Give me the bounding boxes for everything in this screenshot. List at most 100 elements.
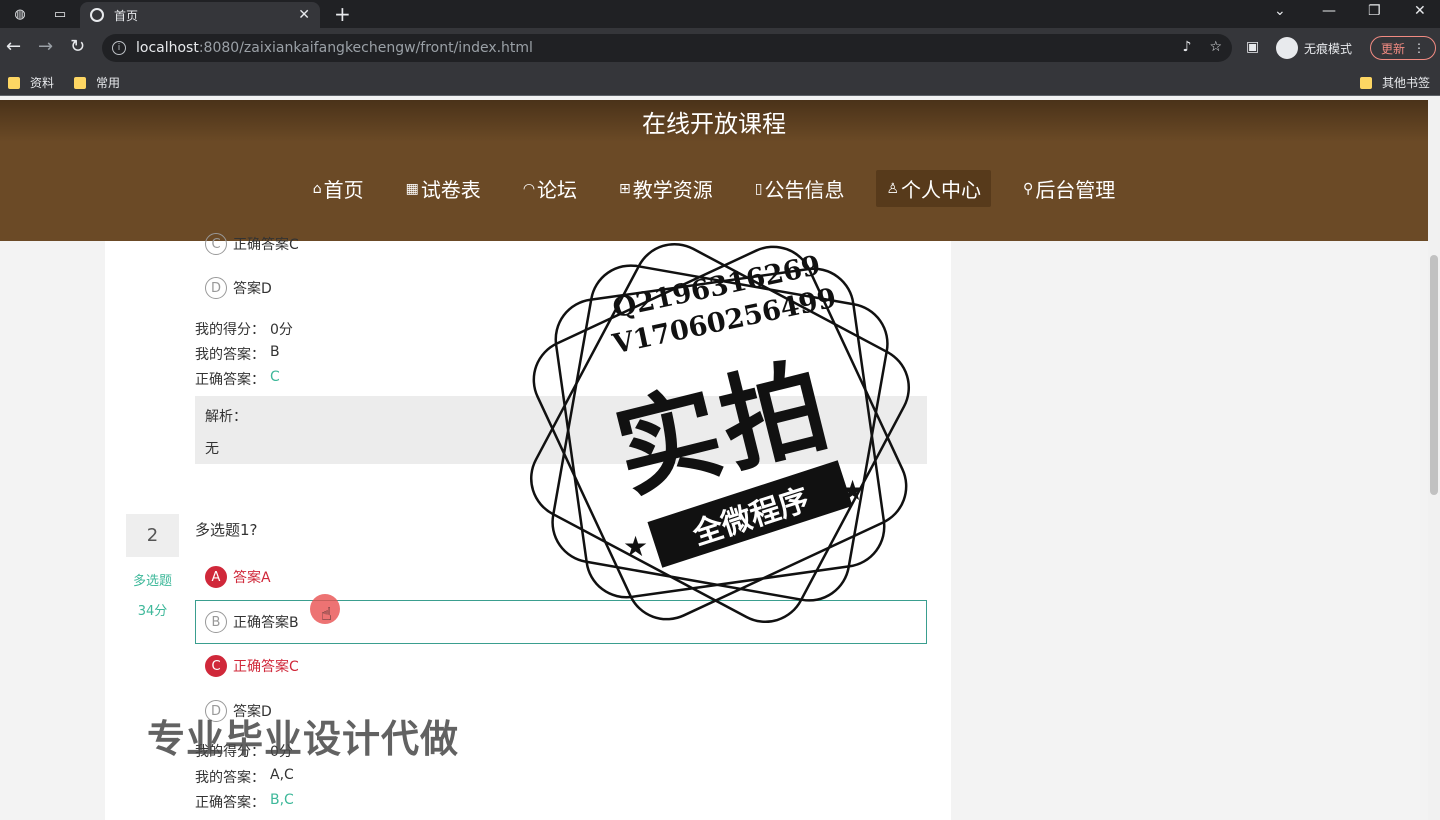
incognito-indicator[interactable]: 无痕模式 <box>1276 37 1352 59</box>
question-number: 2 <box>126 514 179 557</box>
mute-icon[interactable]: ♪ <box>1183 39 1192 55</box>
tab-close-icon[interactable]: ✕ <box>298 7 310 23</box>
nav-forum[interactable]: ◠ 论坛 <box>513 170 587 207</box>
incognito-label: 无痕模式 <box>1304 41 1353 56</box>
back-icon[interactable]: ← <box>6 36 21 57</box>
side-panel-icon[interactable]: ▣ <box>1246 39 1259 55</box>
nav-exam-papers[interactable]: ▦ 试卷表 <box>396 170 491 207</box>
other-bookmarks[interactable]: 其他书签 <box>1360 74 1430 91</box>
site-info-icon[interactable]: i <box>112 41 126 55</box>
url-host: localhost <box>136 40 199 56</box>
incognito-avatar-icon <box>1276 37 1298 59</box>
q2-option-a[interactable]: A 答案A <box>205 566 271 588</box>
star-icon: ★ <box>623 530 648 563</box>
q1-my-score: 我的得分： 0分 <box>195 319 293 339</box>
meta-label: 正确答案： <box>195 795 265 811</box>
bookmark-folder-changyong[interactable]: 常用 <box>74 74 120 91</box>
site-title: 在线开放课程 <box>642 109 786 138</box>
minimize-icon[interactable]: — <box>1322 3 1336 19</box>
link-icon: ⚲ <box>1023 180 1034 197</box>
meta-value: C <box>270 369 280 385</box>
nav-notices[interactable]: ▯ 公告信息 <box>745 170 855 207</box>
option-letter: A <box>205 566 227 588</box>
notice-icon: ▯ <box>754 180 763 197</box>
main-nav: ⌂ 首页 ▦ 试卷表 ◠ 论坛 ⊞ 教学资源 ▯ 公告信息 ♙ 个人中心 ⚲ 后台管理 <box>0 170 1428 207</box>
nav-label: 教学资源 <box>632 178 713 202</box>
q1-my-answer: 我的答案： B <box>195 344 280 364</box>
nav-label: 论坛 <box>537 178 578 202</box>
address-bar-row: ← → ↻ i localhost :8080/zaixiankaifangke… <box>0 28 1440 68</box>
reload-icon[interactable]: ↻ <box>70 36 85 57</box>
question-score: 34分 <box>137 604 168 619</box>
other-bookmarks-label: 其他书签 <box>1382 76 1431 90</box>
nav-resources[interactable]: ⊞ 教学资源 <box>609 170 723 207</box>
nav-label: 公告信息 <box>764 178 845 202</box>
nav-home[interactable]: ⌂ 首页 <box>303 170 374 207</box>
meta-value: B,C <box>270 792 294 808</box>
option-text: 正确答案B <box>233 615 299 631</box>
nav-label: 个人中心 <box>901 178 982 202</box>
user-icon: ♙ <box>886 180 900 197</box>
option-letter: D <box>205 277 227 299</box>
site-header: 在线开放课程 ⌂ 首页 ▦ 试卷表 ◠ 论坛 ⊞ 教学资源 ▯ 公告信息 ♙ 个人中心 ⚲ 后… <box>0 100 1428 241</box>
option-text: 答案A <box>233 570 271 586</box>
question-title: 多选题1? <box>195 521 258 539</box>
window-close-icon[interactable]: ✕ <box>1414 3 1426 19</box>
nav-label: 试卷表 <box>420 178 481 202</box>
grid-icon: ⊞ <box>619 180 631 197</box>
update-button[interactable]: 更新 ⋮ <box>1370 36 1437 60</box>
hand-cursor-icon: ☝ <box>321 604 332 625</box>
q1-option-c[interactable]: C 正确答案C <box>205 233 299 255</box>
tab-title: 首页 <box>114 8 139 23</box>
watermark-overlay-text: 专业毕业设计代做 <box>147 717 460 761</box>
tab-favicon-icon <box>90 8 104 22</box>
nav-label: 后台管理 <box>1035 178 1116 202</box>
bookmark-star-icon[interactable]: ☆ <box>1209 39 1222 55</box>
q2-option-c[interactable]: C 正确答案C <box>205 655 299 677</box>
menu-kebab-icon[interactable]: ⋮ <box>1413 41 1425 55</box>
url-path: :8080/zaixiankaifangkechengw/front/index… <box>198 40 533 56</box>
option-letter: B <box>205 611 227 633</box>
meta-label: 我的答案： <box>195 770 265 786</box>
meta-label: 我的答案： <box>195 347 265 363</box>
nav-admin[interactable]: ⚲ 后台管理 <box>1013 170 1125 207</box>
option-text: 正确答案C <box>233 659 299 675</box>
browser-globe-icon[interactable]: ◍ <box>10 4 30 24</box>
forum-icon: ◠ <box>522 180 536 197</box>
tab-home[interactable]: 首页 ✕ <box>80 2 320 28</box>
bookmark-folder-ziliao[interactable]: 资料 <box>8 74 54 91</box>
url-field[interactable]: i localhost :8080/zaixiankaifangkechengw… <box>102 34 1232 62</box>
update-label: 更新 <box>1381 41 1406 56</box>
forward-icon[interactable]: → <box>38 36 53 57</box>
page-scrollbar[interactable] <box>1428 100 1440 820</box>
meta-label: 正确答案： <box>195 372 265 388</box>
restore-icon[interactable]: ❐ <box>1368 3 1381 19</box>
q2-my-answer: 我的答案： A,C <box>195 767 294 787</box>
tab-list-chevron-icon[interactable]: ⌄ <box>1274 3 1286 19</box>
q2-option-b[interactable]: B 正确答案B <box>205 611 299 633</box>
nav-personal-center[interactable]: ♙ 个人中心 <box>876 170 992 207</box>
meta-value: A,C <box>270 767 294 783</box>
option-letter: C <box>205 233 227 255</box>
home-icon: ⌂ <box>312 180 322 197</box>
q1-correct-answer: 正确答案： C <box>195 369 280 389</box>
bookmark-label: 常用 <box>96 76 121 90</box>
q2-correct-answer: 正确答案： B,C <box>195 792 294 812</box>
bookmarks-bar: 资料 常用 其他书签 <box>0 68 1440 96</box>
tab-search-icon[interactable]: ▭ <box>50 4 70 24</box>
folder-icon <box>74 76 86 89</box>
nav-label: 首页 <box>323 178 364 202</box>
meta-label: 我的得分： <box>195 322 265 338</box>
option-text: 答案D <box>233 281 272 297</box>
new-tab-icon[interactable]: + <box>334 2 351 26</box>
folder-icon <box>1360 76 1372 89</box>
browser-tab-bar: ◍ ▭ 首页 ✕ + ⌄ — ❐ ✕ <box>0 0 1440 28</box>
option-letter: C <box>205 655 227 677</box>
q1-option-d[interactable]: D 答案D <box>205 277 272 299</box>
scrollbar-thumb[interactable] <box>1430 255 1438 495</box>
folder-icon <box>8 76 20 89</box>
bookmark-label: 资料 <box>30 76 55 90</box>
site-title-band: 在线开放课程 <box>0 100 1428 142</box>
meta-value: 0分 <box>270 322 293 338</box>
paper-icon: ▦ <box>405 180 419 197</box>
